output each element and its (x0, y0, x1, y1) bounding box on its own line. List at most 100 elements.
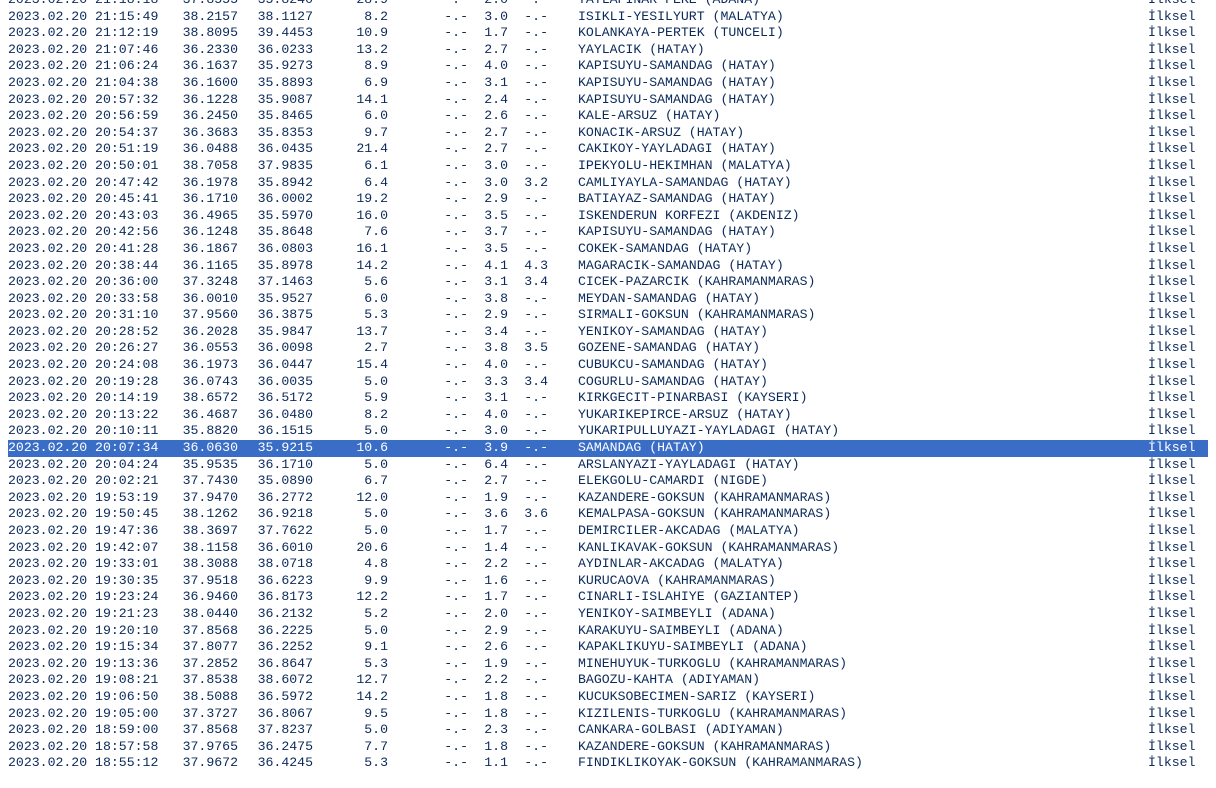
col-ml: 2.7 (468, 125, 508, 142)
col-place: COGURLU-SAMANDAG (HATAY) (578, 374, 1148, 391)
table-row[interactable]: 2023.02.20 20:33:5836.001035.95276.0-.-3… (8, 291, 1208, 308)
table-row[interactable]: 2023.02.20 19:21:2338.044036.21325.2-.-2… (8, 606, 1208, 623)
col-md: -.- (438, 440, 468, 457)
col-md: -.- (438, 490, 468, 507)
table-row[interactable]: 2023.02.20 21:04:3836.160035.88936.9-.-3… (8, 75, 1208, 92)
col-longitude: 35.8240 (238, 0, 313, 9)
col-depth: 6.7 (313, 473, 388, 490)
col-md: -.- (438, 606, 468, 623)
table-row[interactable]: 2023.02.20 20:50:0138.705837.98356.1-.-3… (8, 158, 1208, 175)
col-md: -.- (438, 423, 468, 440)
col-mw: 3.5 (508, 340, 548, 357)
col-mw: -.- (508, 357, 548, 374)
col-latitude: 36.2330 (168, 42, 238, 59)
table-row[interactable]: 2023.02.20 21:18:1837.855535.824028.9-.-… (8, 0, 1208, 9)
table-row[interactable]: 2023.02.20 19:15:3437.807736.22529.1-.-2… (8, 639, 1208, 656)
col-md: -.- (438, 390, 468, 407)
table-row[interactable]: 2023.02.20 18:59:0037.856837.82375.0-.-2… (8, 722, 1208, 739)
table-row[interactable]: 2023.02.20 19:33:0138.308838.07184.8-.-2… (8, 556, 1208, 573)
col-ml: 4.0 (468, 357, 508, 374)
table-row[interactable]: 2023.02.20 20:45:4136.171036.000219.2-.-… (8, 191, 1208, 208)
col-depth: 5.0 (313, 623, 388, 640)
table-row[interactable]: 2023.02.20 19:20:1037.856836.22255.0-.-2… (8, 623, 1208, 640)
table-row[interactable]: 2023.02.20 20:07:3436.063035.921510.6-.-… (8, 440, 1208, 457)
col-longitude: 36.0447 (238, 357, 313, 374)
col-depth: 5.2 (313, 606, 388, 623)
table-row[interactable]: 2023.02.20 20:02:2137.743035.08906.7-.-2… (8, 473, 1208, 490)
table-row[interactable]: 2023.02.20 21:06:2436.163735.92738.9-.-4… (8, 58, 1208, 75)
table-row[interactable]: 2023.02.20 20:54:3736.368335.83539.7-.-2… (8, 125, 1208, 142)
col-longitude: 35.9215 (238, 440, 313, 457)
table-row[interactable]: 2023.02.20 19:13:3637.285236.86475.3-.-1… (8, 656, 1208, 673)
col-longitude: 37.8237 (238, 722, 313, 739)
table-row[interactable]: 2023.02.20 21:15:4938.215738.11278.2-.-3… (8, 9, 1208, 26)
col-datetime: 2023.02.20 19:33:01 (8, 556, 168, 573)
col-source: İlksel (1148, 108, 1208, 125)
col-source: İlksel (1148, 25, 1208, 42)
table-row[interactable]: 2023.02.20 20:57:3236.122835.908714.1-.-… (8, 92, 1208, 109)
table-row[interactable]: 2023.02.20 20:38:4436.116535.897814.2-.-… (8, 258, 1208, 275)
table-row[interactable]: 2023.02.20 18:57:5837.976536.24757.7-.-1… (8, 739, 1208, 756)
col-depth: 13.2 (313, 42, 388, 59)
table-row[interactable]: 2023.02.20 19:42:0738.115836.601020.6-.-… (8, 540, 1208, 557)
col-md: -.- (438, 589, 468, 606)
table-row[interactable]: 2023.02.20 20:04:2435.953536.17105.0-.-6… (8, 457, 1208, 474)
table-row[interactable]: 2023.02.20 20:42:5636.124835.86487.6-.-3… (8, 224, 1208, 241)
col-place: FINDIKLIKOYAK-GOKSUN (KAHRAMANMARAS) (578, 755, 1148, 772)
col-md: -.- (438, 623, 468, 640)
col-latitude: 37.9560 (168, 307, 238, 324)
table-row[interactable]: 2023.02.20 20:56:5936.245035.84656.0-.-2… (8, 108, 1208, 125)
col-place: ARSLANYAZI-YAYLADAGI (HATAY) (578, 457, 1148, 474)
table-row[interactable]: 2023.02.20 20:19:2836.074336.00355.0-.-3… (8, 374, 1208, 391)
table-row[interactable]: 2023.02.20 20:51:1936.048836.043521.4-.-… (8, 141, 1208, 158)
table-row[interactable]: 2023.02.20 20:14:1938.657236.51725.9-.-3… (8, 390, 1208, 407)
col-mw: -.- (508, 241, 548, 258)
col-mw: -.- (508, 42, 548, 59)
table-row[interactable]: 2023.02.20 20:26:2736.055336.00982.7-.-3… (8, 340, 1208, 357)
table-row[interactable]: 2023.02.20 20:28:5236.202835.984713.7-.-… (8, 324, 1208, 341)
table-row[interactable]: 2023.02.20 18:55:1237.967236.42455.3-.-1… (8, 755, 1208, 772)
col-latitude: 38.8095 (168, 25, 238, 42)
col-latitude: 37.9518 (168, 573, 238, 590)
table-row[interactable]: 2023.02.20 20:43:0336.496535.597016.0-.-… (8, 208, 1208, 225)
col-latitude: 38.3697 (168, 523, 238, 540)
col-mw: -.- (508, 523, 548, 540)
col-mw: -.- (508, 739, 548, 756)
table-row[interactable]: 2023.02.20 20:41:2836.186736.080316.1-.-… (8, 241, 1208, 258)
col-datetime: 2023.02.20 20:50:01 (8, 158, 168, 175)
col-datetime: 2023.02.20 19:47:36 (8, 523, 168, 540)
col-longitude: 36.0035 (238, 374, 313, 391)
table-row[interactable]: 2023.02.20 19:08:2137.853838.607212.7-.-… (8, 672, 1208, 689)
col-mw: -.- (508, 672, 548, 689)
col-datetime: 2023.02.20 21:04:38 (8, 75, 168, 92)
col-latitude: 37.8077 (168, 639, 238, 656)
table-row[interactable]: 2023.02.20 19:05:0037.372736.80679.5-.-1… (8, 706, 1208, 723)
table-row[interactable]: 2023.02.20 20:24:0836.197336.044715.4-.-… (8, 357, 1208, 374)
col-datetime: 2023.02.20 20:45:41 (8, 191, 168, 208)
table-row[interactable]: 2023.02.20 20:36:0037.324837.14635.6-.-3… (8, 274, 1208, 291)
table-row[interactable]: 2023.02.20 20:47:4236.197835.89426.4-.-3… (8, 175, 1208, 192)
table-row[interactable]: 2023.02.20 20:13:2236.468736.04808.2-.-4… (8, 407, 1208, 424)
col-source: İlksel (1148, 390, 1208, 407)
col-ml: 2.9 (468, 191, 508, 208)
table-row[interactable]: 2023.02.20 20:31:1037.956036.38755.3-.-2… (8, 307, 1208, 324)
col-place: YENIKOY-SAMANDAG (HATAY) (578, 324, 1148, 341)
table-row[interactable]: 2023.02.20 19:06:5038.508836.597214.2-.-… (8, 689, 1208, 706)
table-row[interactable]: 2023.02.20 19:30:3537.951836.62239.9-.-1… (8, 573, 1208, 590)
col-place: KONACIK-ARSUZ (HATAY) (578, 125, 1148, 142)
table-row[interactable]: 2023.02.20 21:07:4636.233036.023313.2-.-… (8, 42, 1208, 59)
table-row[interactable]: 2023.02.20 19:53:1937.947036.277212.0-.-… (8, 490, 1208, 507)
col-source: İlksel (1148, 191, 1208, 208)
table-row[interactable]: 2023.02.20 20:10:1135.882036.15155.0-.-3… (8, 423, 1208, 440)
col-md: -.- (438, 25, 468, 42)
col-depth: 9.1 (313, 639, 388, 656)
table-row[interactable]: 2023.02.20 19:23:2436.946036.817312.2-.-… (8, 589, 1208, 606)
col-longitude: 37.7622 (238, 523, 313, 540)
col-place: KIRKGECIT-PINARBASI (KAYSERI) (578, 390, 1148, 407)
col-mw: 3.6 (508, 506, 548, 523)
col-datetime: 2023.02.20 19:05:00 (8, 706, 168, 723)
col-datetime: 2023.02.20 19:21:23 (8, 606, 168, 623)
table-row[interactable]: 2023.02.20 19:50:4538.126236.92185.0-.-3… (8, 506, 1208, 523)
table-row[interactable]: 2023.02.20 19:47:3638.369737.76225.0-.-1… (8, 523, 1208, 540)
table-row[interactable]: 2023.02.20 21:12:1938.809539.445310.9-.-… (8, 25, 1208, 42)
